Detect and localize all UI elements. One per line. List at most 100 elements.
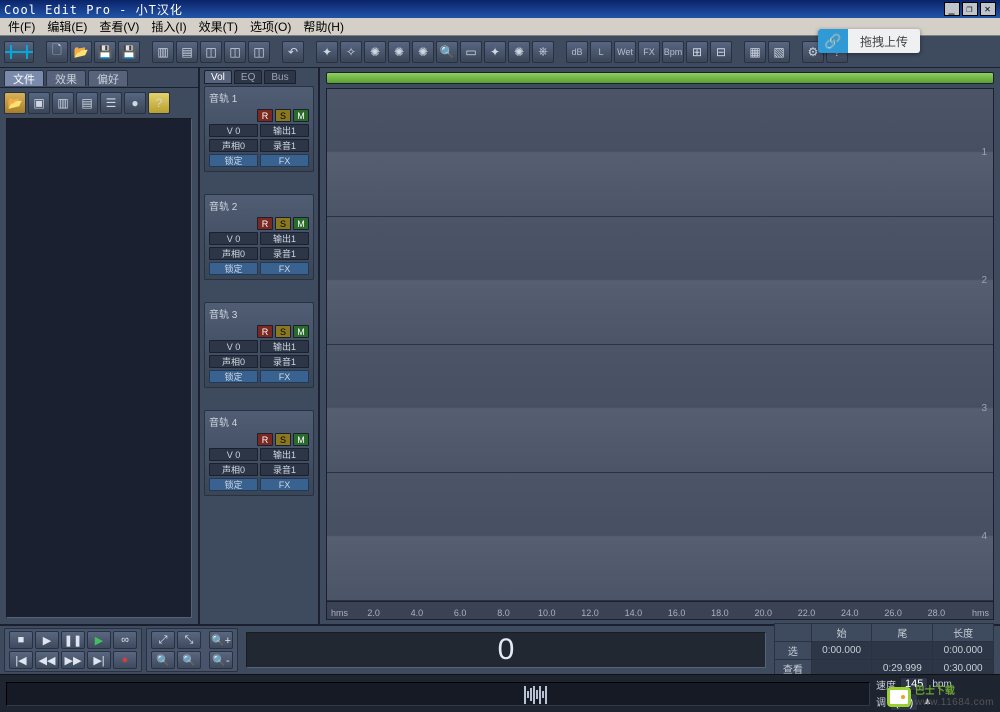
minimize-button[interactable]: _ (944, 2, 960, 16)
rec-input-field[interactable]: 录音1 (260, 463, 309, 476)
solo-button[interactable]: S (275, 217, 291, 230)
rec-input-field[interactable]: 录音1 (260, 139, 309, 152)
upload-widget[interactable]: 🔗 拖拽上传 (818, 29, 920, 53)
mute-button[interactable]: M (293, 433, 309, 446)
lock-button[interactable]: 锁定 (209, 478, 258, 491)
lock-button[interactable]: 锁定 (209, 370, 258, 383)
rec-input-field[interactable]: 录音1 (260, 247, 309, 260)
record-arm-button[interactable]: R (257, 433, 273, 446)
file-list[interactable] (6, 118, 192, 618)
rec-input-field[interactable]: 录音1 (260, 355, 309, 368)
pause-button[interactable]: ❚❚ (61, 631, 85, 649)
volume-field[interactable]: V 0 (209, 124, 258, 137)
play-loop-button[interactable]: ▶ (87, 631, 111, 649)
record-button[interactable]: ● (113, 651, 137, 669)
toggle-window-b-button[interactable]: ◫ (224, 41, 246, 63)
fx-button[interactable]: FX (260, 262, 309, 275)
fx-button[interactable]: FX (260, 154, 309, 167)
toggle-window-a-button[interactable]: ◫ (200, 41, 222, 63)
solo-button[interactable]: S (275, 325, 291, 338)
menu-effects[interactable]: 效果(T) (193, 17, 244, 36)
time-display[interactable]: 0 (246, 632, 766, 668)
track-name[interactable]: 音轨 2 (209, 197, 309, 215)
menu-edit[interactable]: 编辑(E) (41, 17, 93, 36)
fx-i-button[interactable]: ⎈ (532, 41, 554, 63)
output-field[interactable]: 输出1 (260, 232, 309, 245)
output-field[interactable]: 输出1 (260, 340, 309, 353)
import-a-button[interactable]: ▣ (28, 92, 50, 114)
mute-button[interactable]: M (293, 217, 309, 230)
mixer-tab-vol[interactable]: Vol (204, 70, 232, 84)
restore-button[interactable]: ❐ (962, 2, 978, 16)
mute-button[interactable]: M (293, 109, 309, 122)
tab-prefs[interactable]: 偏好 (88, 70, 128, 86)
fx-e-button[interactable]: ✺ (412, 41, 434, 63)
lock-button[interactable]: 锁定 (209, 262, 258, 275)
record-arm-button[interactable]: R (257, 325, 273, 338)
save-button[interactable]: 💾 (94, 41, 116, 63)
menu-insert[interactable]: 插入(I) (145, 17, 192, 36)
toggle-mixer-button[interactable]: ▤ (176, 41, 198, 63)
track-lane-2[interactable]: 2 (327, 217, 993, 345)
mixer-scroll[interactable]: 音轨 1 R S M V 0输出1 声相0录音1 锁定FX 音轨 2 R S M… (200, 84, 318, 624)
group-b-button[interactable]: ▧ (768, 41, 790, 63)
pan-field[interactable]: 声相0 (209, 139, 258, 152)
fx-button[interactable]: FX (260, 478, 309, 491)
rewind-button[interactable]: ◀◀ (35, 651, 59, 669)
menu-options[interactable]: 选项(O) (244, 17, 297, 36)
tab-effects[interactable]: 效果 (46, 70, 86, 86)
record-arm-button[interactable]: R (257, 217, 273, 230)
help-left-button[interactable]: ? (148, 92, 170, 114)
horizontal-scrollbar[interactable] (326, 72, 994, 84)
open-file-button[interactable]: 📂 (70, 41, 92, 63)
record-arm-button[interactable]: R (257, 109, 273, 122)
undo-button[interactable]: ↶ (282, 41, 304, 63)
mixer-tab-bus[interactable]: Bus (264, 70, 295, 84)
import-c-button[interactable]: ▤ (76, 92, 98, 114)
loop-button[interactable]: ∞ (113, 631, 137, 649)
zoom-in-time-button[interactable]: 🔍+ (209, 631, 233, 649)
sel-end[interactable] (872, 641, 933, 659)
volume-field[interactable]: V 0 (209, 340, 258, 353)
open-folder-button[interactable]: 📂 (4, 92, 26, 114)
mute-button[interactable]: M (293, 325, 309, 338)
pan-field[interactable]: 声相0 (209, 463, 258, 476)
bpm-button[interactable]: Bpm (662, 41, 684, 63)
db-button[interactable]: dB (566, 41, 588, 63)
sel-begin[interactable]: 0:00.000 (811, 641, 872, 659)
fx-button[interactable]: FX (260, 370, 309, 383)
time-ruler[interactable]: hms 2.0 4.0 6.0 8.0 10.0 12.0 14.0 16.0 … (326, 602, 994, 620)
track-area[interactable]: 1 2 3 4 (326, 88, 994, 602)
zoom-sel-button[interactable]: 🔍 (151, 651, 175, 669)
menu-view[interactable]: 查看(V) (93, 17, 145, 36)
tab-files[interactable]: 文件 (4, 70, 44, 86)
go-start-button[interactable]: |◀ (9, 651, 33, 669)
level-meter[interactable] (6, 682, 870, 706)
fforward-button[interactable]: ▶▶ (61, 651, 85, 669)
snap-button[interactable]: ⊞ (686, 41, 708, 63)
go-end-button[interactable]: ▶| (87, 651, 111, 669)
new-file-button[interactable]: 🗋 (46, 41, 68, 63)
toggle-left-panel-button[interactable]: ▥ (152, 41, 174, 63)
import-b-button[interactable]: ▥ (52, 92, 74, 114)
fx-f-button[interactable]: ▭ (460, 41, 482, 63)
import-d-button[interactable]: ☰ (100, 92, 122, 114)
record-new-button[interactable]: ● (124, 92, 146, 114)
volume-field[interactable]: V 0 (209, 232, 258, 245)
fx-c-button[interactable]: ✺ (364, 41, 386, 63)
track-lane-1[interactable]: 1 (327, 89, 993, 217)
zoom-all-button[interactable]: 🔍 (177, 651, 201, 669)
solo-button[interactable]: S (275, 433, 291, 446)
zoom-out-time-button[interactable]: 🔍- (209, 651, 233, 669)
stop-button[interactable]: ■ (9, 631, 33, 649)
zoom-button[interactable]: 🔍 (436, 41, 458, 63)
save-all-button[interactable]: 💾 (118, 41, 140, 63)
fx-a-button[interactable]: ✦ (316, 41, 338, 63)
waveform-mode-button[interactable] (4, 41, 34, 63)
mixer-tab-eq[interactable]: EQ (234, 70, 262, 84)
zoom-vert-in-button[interactable]: ⤡ (177, 631, 201, 649)
zoom-vert-out-button[interactable]: ⤢ (151, 631, 175, 649)
l-button[interactable]: L (590, 41, 612, 63)
solo-button[interactable]: S (275, 109, 291, 122)
close-button[interactable]: ✕ (980, 2, 996, 16)
